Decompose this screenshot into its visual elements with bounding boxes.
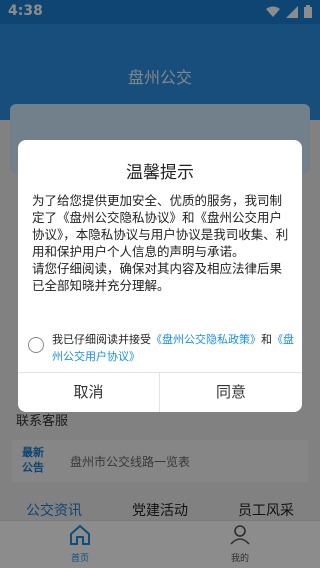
agree-prefix: 我已仔细阅读并接受 [52,333,151,346]
dialog-buttons: 取消 同意 [18,372,302,412]
cancel-button[interactable]: 取消 [18,373,160,412]
dialog-body: 为了给您提供更加安全、优质的服务，我司制定了《盘州公交隐私协议》和《盘州公交用户… [32,192,294,294]
agree-and: 和 [261,333,272,346]
dialog-paragraph-2: 请您仔细阅读，确保对其内容及相应法律后果已全部知晓并充分理解。 [32,261,283,293]
agree-button[interactable]: 同意 [160,373,302,412]
dialog-title: 温馨提示 [126,163,194,183]
privacy-dialog: 温馨提示 为了给您提供更加安全、优质的服务，我司制定了《盘州公交隐私协议》和《盘… [18,140,302,412]
privacy-policy-link[interactable]: 《盘州公交隐私政策》 [151,333,261,346]
agree-text: 我已仔细阅读并接受《盘州公交隐私政策》和《盘州公交用户协议》 [52,331,296,365]
dialog-paragraph-1: 为了给您提供更加安全、优质的服务，我司制定了《盘州公交隐私协议》和《盘州公交用户… [32,193,289,259]
agree-radio[interactable] [28,337,44,353]
